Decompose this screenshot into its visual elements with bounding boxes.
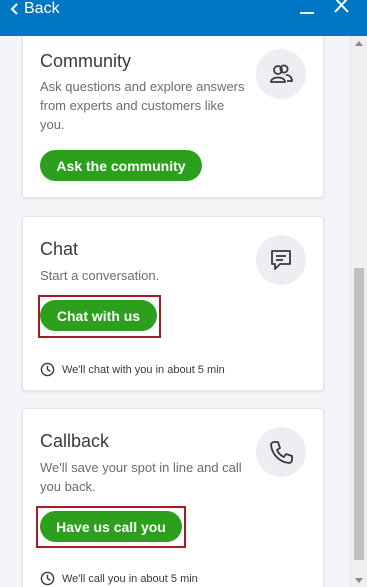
back-button[interactable]: Back [10,0,60,18]
card-title: Community [40,51,132,71]
chat-icon-badge [256,235,306,285]
have-us-call-you-button[interactable]: Have us call you [40,511,182,542]
card-title: Callback [40,431,110,451]
callback-wait-time: We'll call you in about 5 min [40,571,198,586]
help-panel: Back Community Ask questions and explore… [0,0,367,587]
vertical-scrollbar[interactable] [350,36,367,587]
card-description: We'll save your spot in line and call yo… [40,460,242,494]
phone-icon [270,441,293,464]
card-title: Chat [40,239,79,259]
chat-card: Chat Start a conversation. Chat with us … [22,216,324,391]
community-card: Community Ask questions and explore answ… [22,36,324,198]
community-icon-badge [256,49,306,99]
chat-bubble-icon [271,250,291,270]
ask-community-button[interactable]: Ask the community [40,150,202,181]
back-label: Back [24,0,60,17]
header-bar: Back [0,0,367,36]
minimize-icon[interactable] [299,0,315,16]
clock-icon [40,362,55,377]
callback-card: Callback We'll save your spot in line an… [22,408,324,587]
chat-wait-time: We'll chat with you in about 5 min [40,362,225,377]
scroll-up-arrow-icon[interactable] [355,41,363,46]
clock-icon [40,571,55,586]
chat-with-us-button[interactable]: Chat with us [40,300,157,331]
callback-icon-badge [256,427,306,477]
card-description: Start a conversation. [40,268,160,283]
chevron-left-icon [10,3,18,15]
close-icon[interactable] [333,0,349,16]
wait-text: We'll call you in about 5 min [62,572,198,585]
wait-text: We'll chat with you in about 5 min [62,363,225,376]
scrollbar-thumb[interactable] [354,268,364,560]
people-icon [270,64,293,83]
help-content: Community Ask questions and explore answ… [0,36,350,587]
card-description: Ask questions and explore answers from e… [40,79,245,132]
scroll-down-arrow-icon[interactable] [355,578,363,583]
